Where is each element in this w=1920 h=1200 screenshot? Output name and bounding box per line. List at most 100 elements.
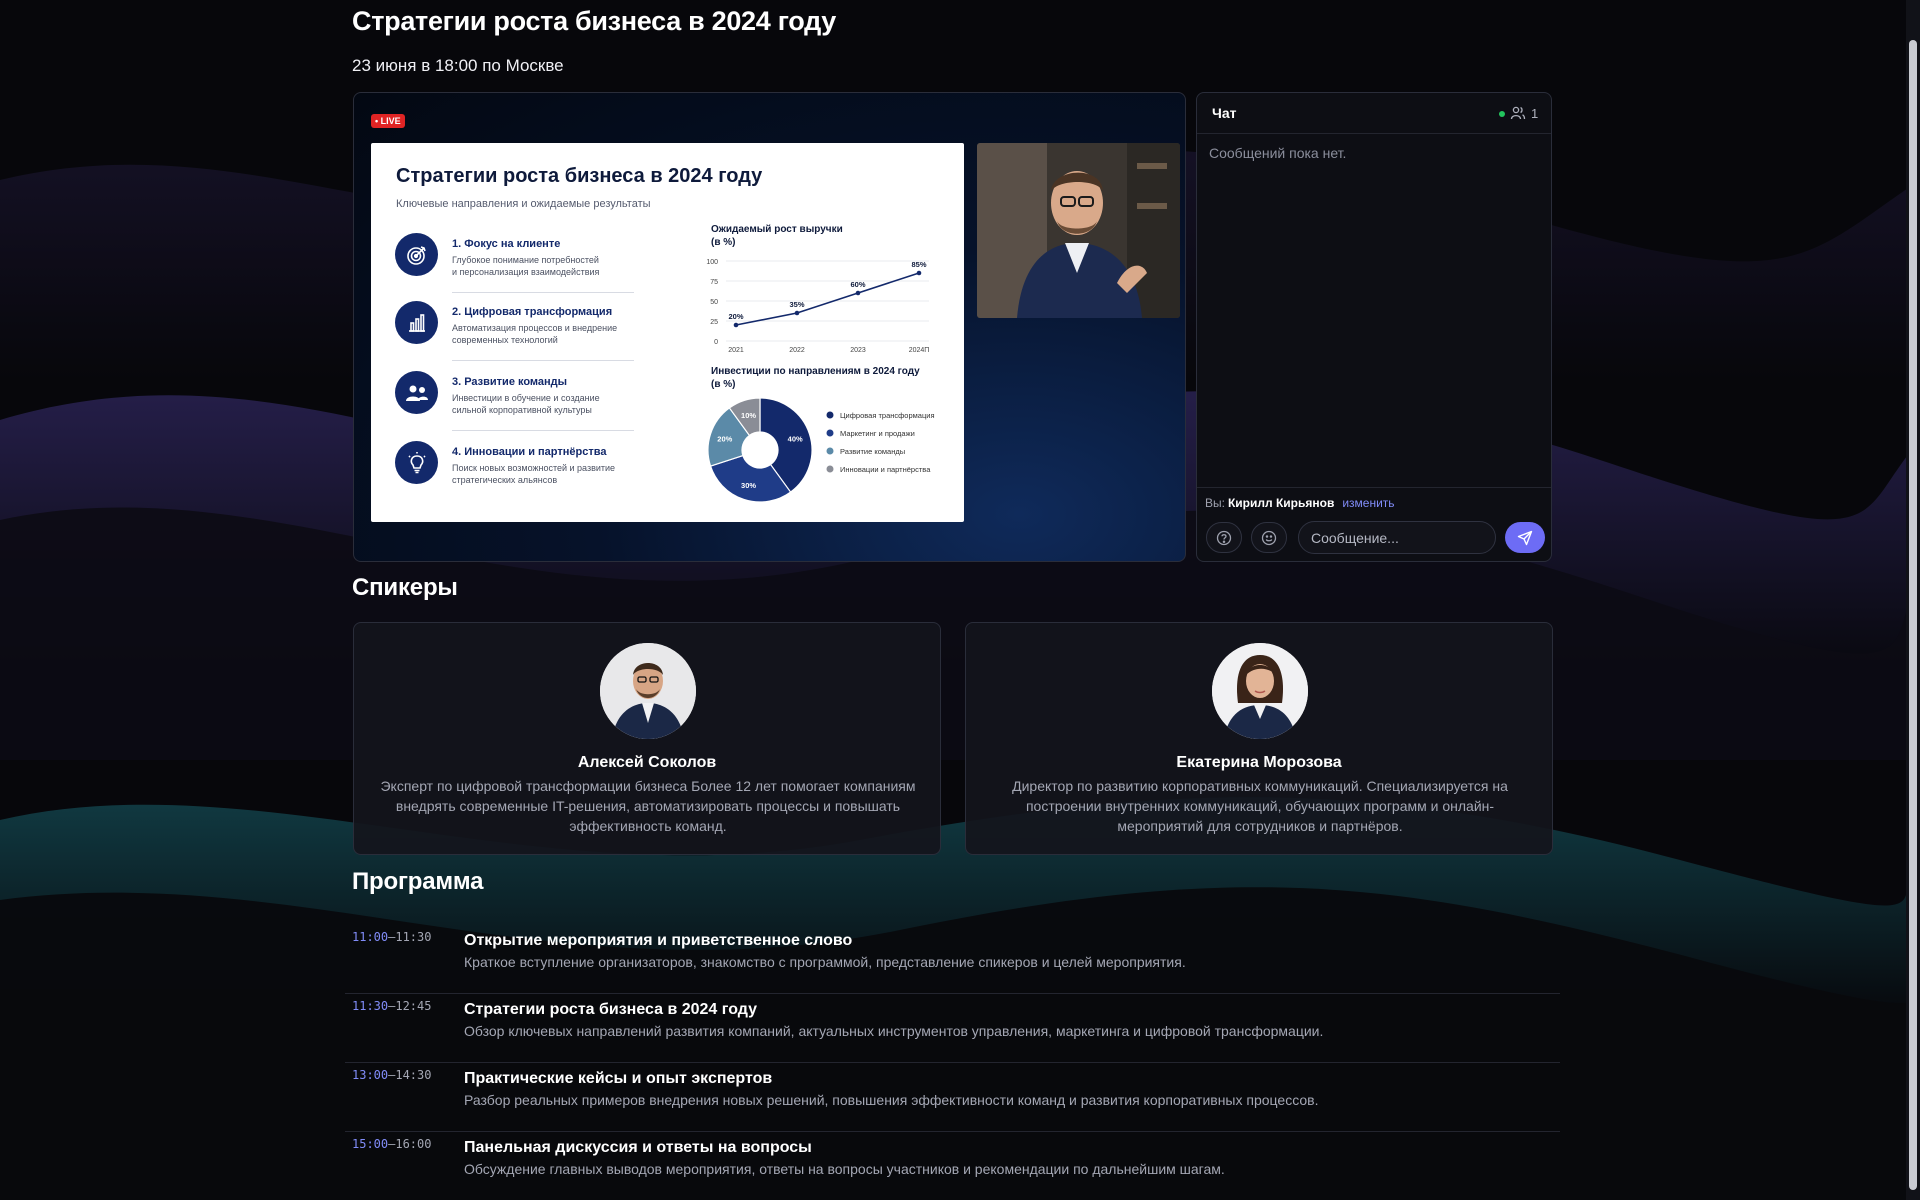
- x-tick-label: 2024П: [909, 347, 930, 354]
- divider: [452, 360, 634, 361]
- speaker-camera: [977, 143, 1180, 318]
- slice-label: 40%: [788, 435, 803, 444]
- message-input[interactable]: [1298, 521, 1496, 554]
- slide-subtitle: Ключевые направления и ожидаемые результ…: [396, 198, 651, 210]
- legend-swatch: [826, 447, 834, 455]
- focus-desc: Глубокое понимание потребностей и персона…: [452, 255, 600, 277]
- speaker-card: Екатерина Морозова Директор по развитию …: [965, 622, 1553, 855]
- slide-focus-item: 1. Фокус на клиенте Глубокое понимание п…: [395, 233, 635, 293]
- chat-footer: Вы: Кирилл Кирьянов изменить: [1197, 487, 1551, 562]
- speaker-bio: Директор по развитию корпоративных комму…: [1012, 778, 1508, 834]
- slice-label: 30%: [741, 481, 756, 490]
- live-badge: • LIVE: [371, 114, 405, 128]
- program-item: 11:00–11:30 Открытие мероприятия и приве…: [345, 930, 1560, 994]
- investment-pie-chart: 40% 30% 20% 10% Цифровая трансформация Маркет…: [707, 397, 935, 503]
- send-button[interactable]: [1505, 522, 1545, 553]
- lightbulb-icon: [395, 441, 438, 484]
- program-time: 13:00–14:30: [352, 1068, 432, 1082]
- speaker-card: Алексей Соколов Эксперт по цифровой тран…: [353, 622, 941, 855]
- y-tick-label: 0: [714, 339, 718, 346]
- legend-swatch: [826, 429, 834, 437]
- event-date: 23 июня в 18:00 по Москве: [352, 56, 564, 75]
- focus-desc: Автоматизация процессов и внедрение совре…: [452, 323, 618, 345]
- data-label: 20%: [728, 312, 743, 321]
- chat-empty-message: Сообщений пока нет.: [1209, 145, 1347, 161]
- data-point: [794, 310, 800, 316]
- scrollbar-thumb[interactable]: [1909, 40, 1917, 1190]
- program-time: 11:30–12:45: [352, 999, 432, 1013]
- pie-chart-title: Инвестиции по направлениям в 2024 году (в…: [711, 366, 920, 390]
- legend-swatch: [826, 411, 834, 419]
- x-tick-label: 2022: [789, 347, 805, 354]
- chat-title: Чат: [1212, 105, 1237, 121]
- program-item: 13:00–14:30 Практические кейсы и опыт эк…: [345, 1068, 1560, 1132]
- program-time: 11:00–11:30: [352, 930, 432, 944]
- y-tick-label: 75: [710, 279, 718, 286]
- data-label: 85%: [911, 260, 926, 269]
- y-tick-label: 25: [710, 319, 718, 326]
- change-name-link[interactable]: изменить: [1342, 496, 1394, 510]
- speaker-name: Екатерина Морозова: [1176, 754, 1342, 771]
- bar-chart-icon: [395, 301, 438, 344]
- focus-title: 4. Инновации и партнёрства: [452, 446, 607, 458]
- users-icon: [1510, 105, 1526, 126]
- slice-label: 20%: [717, 435, 732, 444]
- data-label: 60%: [850, 280, 865, 289]
- speaker-name: Алексей Соколов: [577, 754, 717, 771]
- program-desc: Краткое вступление организаторов, знаком…: [464, 954, 1186, 970]
- x-tick-label: 2021: [728, 347, 744, 354]
- current-user: Вы: Кирилл Кирьянов изменить: [1205, 496, 1395, 510]
- program-desc: Разбор реальных примеров внедрения новых…: [464, 1092, 1319, 1108]
- chat-panel: Чат 1 Сообщений пока нет. Вы: Кирилл Кирь…: [1196, 92, 1552, 562]
- event-title: Стратегии роста бизнеса в 2024 году: [352, 6, 837, 36]
- program-title: Открытие мероприятия и приветственное сл…: [464, 932, 853, 949]
- data-point: [916, 270, 922, 276]
- user-name: Кирилл Кирьянов: [1227, 496, 1335, 510]
- online-status-dot: [1499, 111, 1505, 117]
- y-tick-label: 50: [710, 299, 718, 306]
- program-desc: Обзор ключевых направлений развития комп…: [464, 1023, 1324, 1039]
- slide-title: Стратегии роста бизнеса в 2024 году: [396, 165, 763, 187]
- legend-label: Развитие команды: [840, 447, 905, 456]
- data-label: 35%: [789, 300, 804, 309]
- speaker-photo: [1212, 643, 1308, 739]
- divider: [452, 430, 634, 431]
- legend-label: Инновации и партнёрства: [840, 465, 931, 474]
- focus-title: 3. Развитие команды: [452, 376, 568, 388]
- page-scrollbar[interactable]: [1906, 0, 1920, 1200]
- data-point: [733, 322, 739, 328]
- speaker-bio: Эксперт по цифровой трансформации бизнес…: [380, 778, 916, 834]
- slide-focus-item: 2. Цифровая трансформация Автоматизация …: [395, 301, 635, 361]
- help-circle-icon: [1216, 530, 1232, 545]
- x-tick-label: 2023: [850, 347, 866, 354]
- program-item: 11:30–12:45 Стратегии роста бизнеса в 20…: [345, 999, 1560, 1063]
- emoji-button[interactable]: [1251, 522, 1287, 553]
- smile-icon: [1261, 530, 1277, 545]
- legend-label: Маркетинг и продажи: [840, 429, 915, 438]
- send-icon: [1517, 530, 1533, 545]
- online-count: 1: [1531, 106, 1539, 121]
- question-button[interactable]: [1206, 522, 1242, 553]
- program-title: Панельная дискуссия и ответы на вопросы: [464, 1139, 812, 1156]
- presentation-slide: Стратегии роста бизнеса в 2024 году Ключ…: [371, 143, 964, 522]
- line-chart-title: Ожидаемый рост выручки (в %): [711, 224, 843, 248]
- y-tick-label: 100: [706, 259, 718, 266]
- program-desc: Обсуждение главных выводов мероприятия, …: [464, 1161, 1225, 1177]
- data-point: [855, 290, 861, 296]
- you-label: Вы:: [1205, 496, 1225, 510]
- legend-label: Цифровая трансформация: [840, 411, 935, 420]
- divider: [452, 292, 634, 293]
- program-title: Практические кейсы и опыт экспертов: [464, 1070, 773, 1087]
- slide-focus-item: 3. Развитие команды Инвестиции в обучени…: [395, 371, 635, 431]
- program-title: Стратегии роста бизнеса в 2024 году: [464, 1001, 758, 1018]
- target-icon: [395, 233, 438, 276]
- video-player[interactable]: • LIVE Стратегии роста бизнеса в 2024 го…: [353, 92, 1186, 562]
- program-time: 15:00–16:00: [352, 1137, 432, 1151]
- focus-title: 1. Фокус на клиенте: [452, 238, 561, 250]
- focus-title: 2. Цифровая трансформация: [452, 306, 613, 318]
- chat-header: Чат 1: [1197, 93, 1551, 134]
- slice-label: 10%: [741, 411, 756, 420]
- team-icon: [395, 371, 438, 414]
- focus-desc: Инвестиции в обучение и создание сильной …: [452, 393, 600, 415]
- slide-focus-item: 4. Инновации и партнёрства Поиск новых в…: [395, 441, 635, 501]
